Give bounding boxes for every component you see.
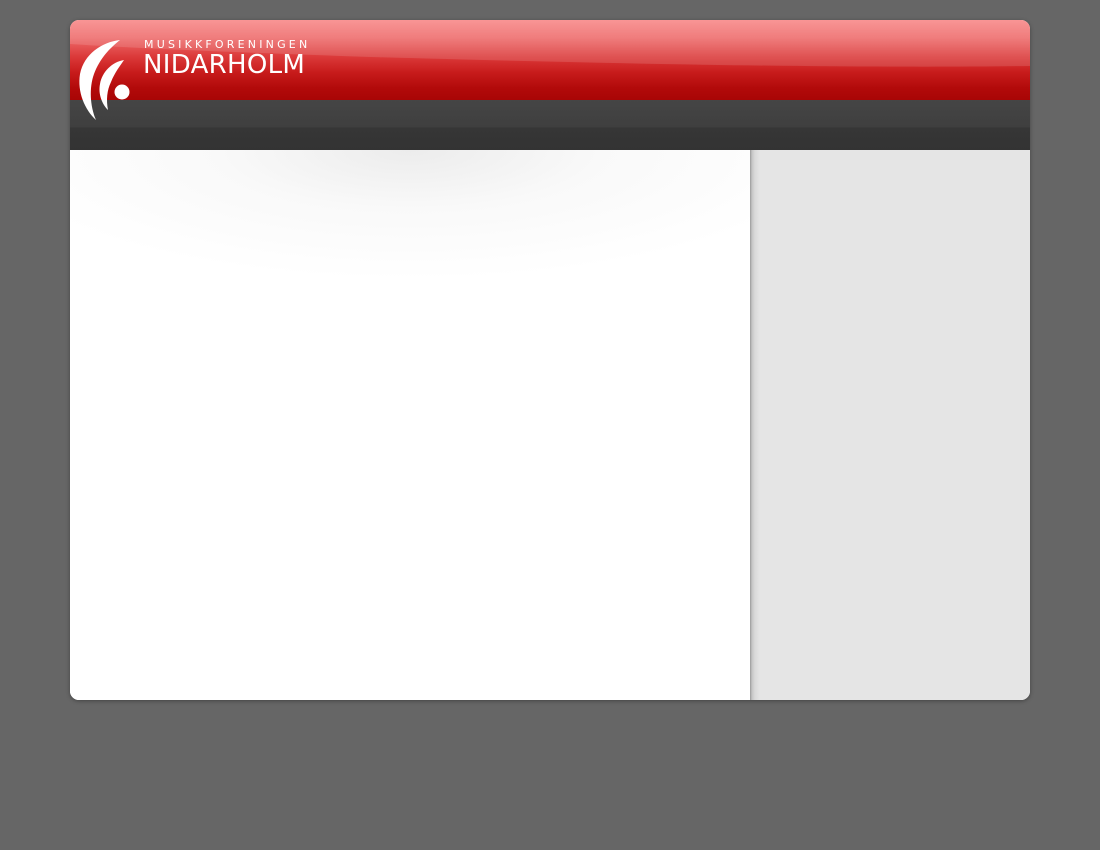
main-content [70, 150, 750, 700]
content-top-fade [70, 150, 750, 280]
logo-name-text: NIDARHOLM [143, 50, 306, 80]
sidebar [750, 150, 1030, 700]
sidebar-shadow [750, 150, 760, 700]
stylized-f-logo-icon [79, 40, 130, 120]
site-logo[interactable]: MUSIKKFORENINGEN NIDARHOLM [76, 38, 336, 124]
page-container: MUSIKKFORENINGEN NIDARHOLM [70, 20, 1030, 700]
